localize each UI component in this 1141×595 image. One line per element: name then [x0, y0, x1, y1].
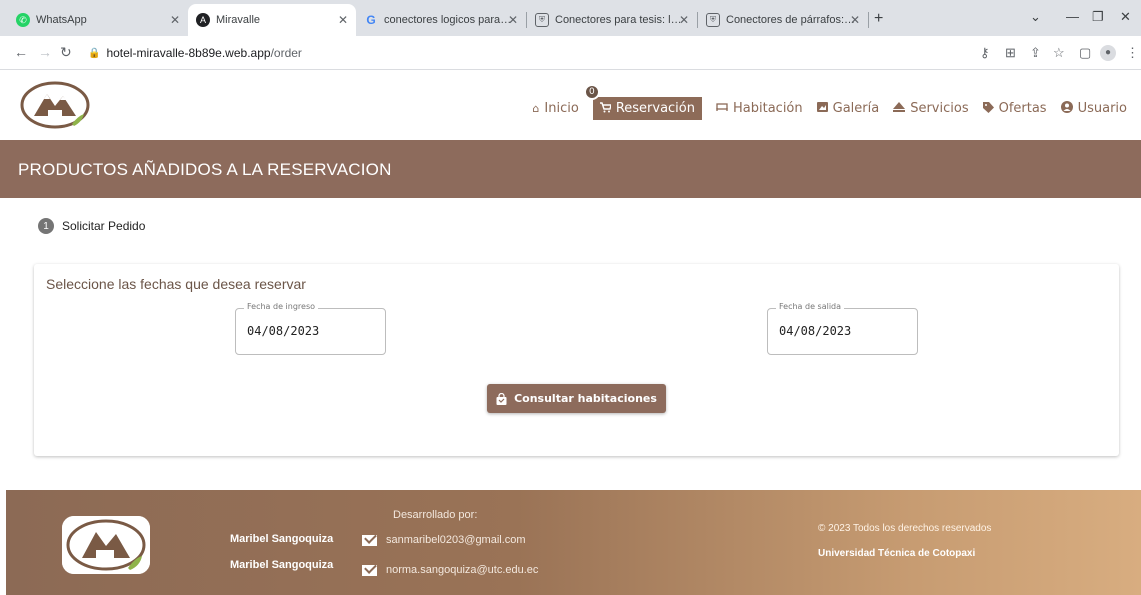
tag-icon [982, 101, 994, 116]
nav-ofertas[interactable]: Ofertas [982, 101, 1047, 116]
bed-icon [716, 102, 728, 115]
developer-name: Maribel Sangoquiza [230, 559, 334, 571]
tab-label: Conectores para tesis: la lista def [555, 14, 685, 26]
nav-label: Servicios [910, 101, 969, 116]
tab-label: Miravalle [216, 14, 261, 26]
checkin-date-field[interactable]: Fecha de ingreso 04/08/2023 [235, 302, 386, 355]
angular-icon: A [196, 13, 210, 27]
button-label: Consultar habitaciones [514, 392, 657, 405]
checkout-date-field[interactable]: Fecha de salida 04/08/2023 [767, 302, 918, 355]
tab-label: conectores logicos para tesis - B [384, 14, 514, 26]
cart-icon [599, 101, 612, 116]
google-icon: G [366, 13, 376, 27]
shield-icon: ⛨ [706, 13, 720, 27]
cart-count-badge: 0 [583, 84, 600, 100]
image-icon [816, 102, 828, 115]
main-nav: ⌂ Inicio 0 Reservación Habitación Galerí… [532, 84, 1127, 120]
envelope-icon [362, 564, 377, 576]
whatsapp-icon: ✆ [16, 13, 30, 27]
close-icon[interactable]: ✕ [170, 13, 180, 27]
close-icon[interactable]: ✕ [338, 13, 348, 27]
restore-icon[interactable]: ❐ [1092, 9, 1104, 25]
nav-label: Habitación [733, 101, 803, 116]
developer-email[interactable]: sanmaribel0203@gmail.com [362, 534, 526, 546]
date-selection-card: Seleccione las fechas que desea reservar… [34, 264, 1119, 456]
checkin-value[interactable]: 04/08/2023 [247, 324, 319, 338]
email-text[interactable]: norma.sangoquiza@utc.edu.ec [386, 564, 538, 576]
developer-email[interactable]: norma.sangoquiza@utc.edu.ec [362, 564, 538, 576]
sidepanel-icon[interactable]: ▢ [1079, 45, 1091, 61]
tab-search-icon[interactable]: ⌄ [1030, 9, 1041, 25]
copyright-text: © 2023 Todos los derechos reservados [818, 523, 992, 534]
developed-by-label: Desarrollado por: [393, 509, 478, 521]
menu-dots-icon[interactable]: ⋮ [1126, 45, 1139, 61]
nav-habitacion[interactable]: Habitación [716, 101, 803, 116]
page-banner: PRODUCTOS AÑADIDOS A LA RESERVACION [0, 140, 1141, 198]
tab-whatsapp[interactable]: ✆ WhatsApp ✕ [8, 4, 188, 36]
tab-conectores-parrafos[interactable]: ⛨ Conectores de párrafos: listado p ✕ [698, 4, 868, 36]
profile-icon[interactable]: ● [1100, 45, 1116, 61]
nav-servicios[interactable]: Servicios [893, 101, 969, 116]
tab-label: Conectores de párrafos: listado p [726, 14, 856, 26]
check-rooms-button[interactable]: Consultar habitaciones [487, 384, 666, 413]
checkout-label: Fecha de salida [776, 302, 845, 311]
nav-reservacion[interactable]: 0 Reservación [583, 84, 702, 120]
checkin-label: Fecha de ingreso [244, 302, 319, 311]
nav-label: Ofertas [998, 101, 1047, 116]
step-label: Solicitar Pedido [62, 219, 146, 233]
window-close-icon[interactable]: ✕ [1120, 9, 1131, 25]
translate-icon[interactable]: ⊞ [1005, 45, 1016, 61]
tab-separator [868, 12, 869, 28]
shopping-bag-icon [496, 392, 507, 405]
nav-usuario[interactable]: Usuario [1060, 101, 1127, 116]
user-icon [1060, 101, 1073, 116]
eject-icon [893, 102, 906, 115]
forward-icon[interactable]: → [38, 44, 52, 60]
nav-label: Usuario [1077, 101, 1127, 116]
footer-logo [62, 516, 150, 574]
new-tab-icon[interactable]: + [874, 10, 883, 28]
reload-icon[interactable]: ↻ [60, 44, 72, 61]
hotel-logo[interactable] [20, 80, 90, 130]
shield-icon: ⛨ [535, 13, 549, 27]
lock-icon[interactable]: 🔒 [88, 48, 100, 59]
site-header: ⌂ Inicio 0 Reservación Habitación Galerí… [0, 70, 1141, 140]
tab-google-search[interactable]: G conectores logicos para tesis - B ✕ [356, 4, 526, 36]
nav-inicio[interactable]: ⌂ Inicio [532, 101, 578, 116]
tab-miravalle[interactable]: A Miravalle ✕ [188, 4, 356, 36]
browser-tab-strip: ✆ WhatsApp ✕ A Miravalle ✕ G conectores … [0, 0, 1141, 36]
university-name: Universidad Técnica de Cotopaxi [818, 548, 976, 559]
developer-name: Maribel Sangoquiza [230, 533, 334, 545]
browser-toolbar: ← → ↻ 🔒 hotel-miravalle-8b89e.web.app/or… [0, 36, 1141, 70]
address-bar[interactable]: 🔒 hotel-miravalle-8b89e.web.app/order [88, 41, 1018, 65]
card-heading: Seleccione las fechas que desea reservar [46, 276, 306, 292]
star-icon[interactable]: ☆ [1053, 45, 1065, 61]
close-icon[interactable]: ✕ [508, 13, 518, 27]
nav-label: Galería [832, 101, 880, 116]
email-text[interactable]: sanmaribel0203@gmail.com [386, 534, 526, 546]
site-footer: Maribel Sangoquiza Maribel Sangoquiza De… [6, 490, 1141, 595]
envelope-icon [362, 534, 377, 546]
minimize-icon[interactable]: — [1066, 9, 1079, 24]
checkout-value[interactable]: 04/08/2023 [779, 324, 851, 338]
url-host: hotel-miravalle-8b89e.web.app [106, 46, 271, 60]
nav-galeria[interactable]: Galería [816, 101, 880, 116]
home-icon: ⌂ [532, 102, 540, 115]
page-title: PRODUCTOS AÑADIDOS A LA RESERVACION [18, 160, 392, 179]
stepper-step[interactable]: 1 Solicitar Pedido [38, 218, 145, 234]
share-icon[interactable]: ⇪ [1030, 45, 1041, 61]
nav-label: Inicio [544, 101, 579, 116]
close-icon[interactable]: ✕ [850, 13, 860, 27]
step-number: 1 [38, 218, 54, 234]
back-icon[interactable]: ← [14, 44, 28, 60]
nav-label: Reservación [615, 101, 695, 116]
tab-conectores-lista[interactable]: ⛨ Conectores para tesis: la lista def ✕ [527, 4, 697, 36]
close-icon[interactable]: ✕ [679, 13, 689, 27]
tab-label: WhatsApp [36, 14, 87, 26]
url-path: /order [270, 46, 302, 60]
key-icon[interactable]: ⚷ [980, 45, 990, 61]
